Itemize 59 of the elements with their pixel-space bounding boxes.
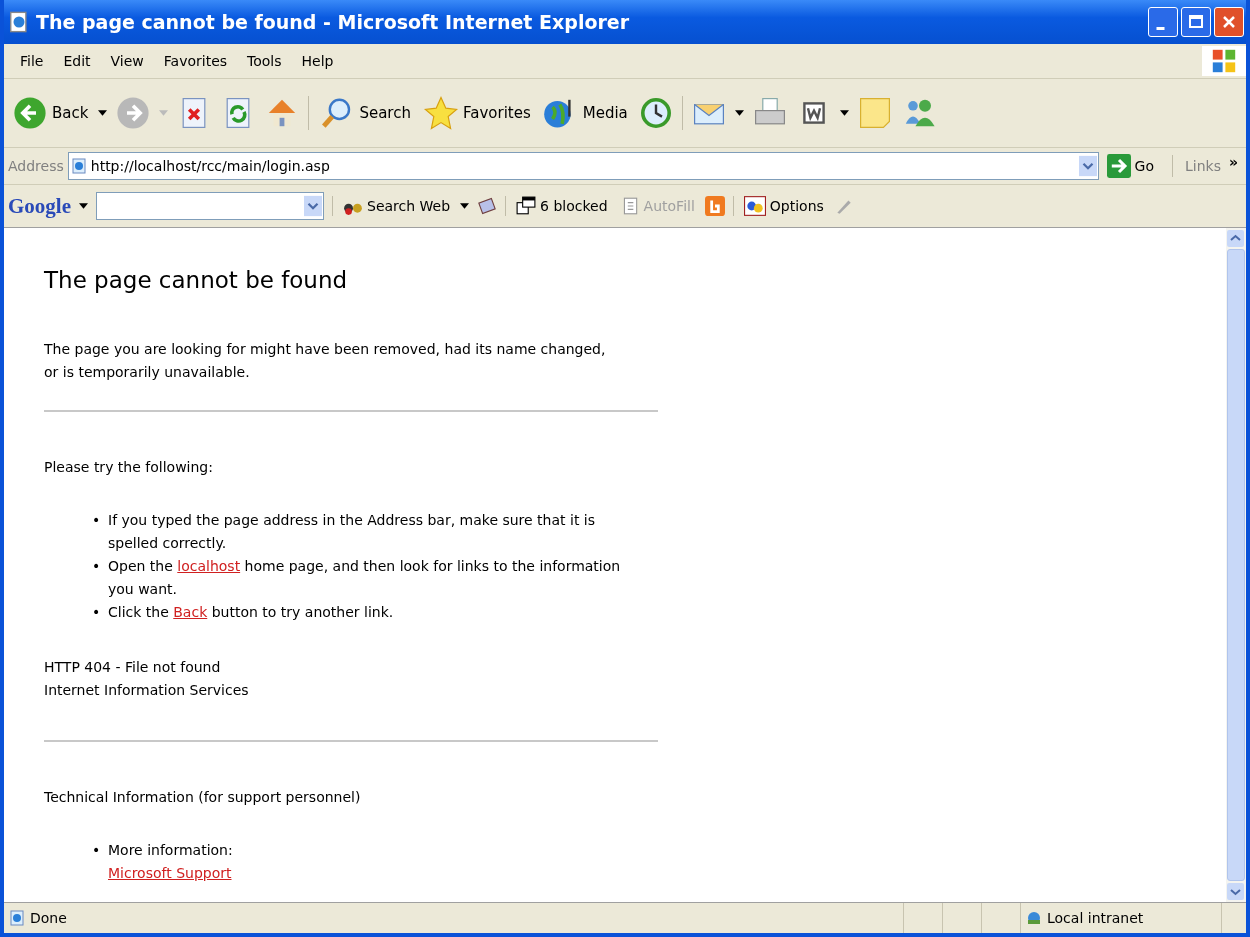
options-button[interactable]: Options: [741, 194, 826, 218]
menu-item[interactable]: Edit: [53, 53, 101, 69]
server-name: Internet Information Services: [44, 681, 250, 700]
page-icon: [9, 910, 25, 926]
google-search-field[interactable]: [96, 192, 324, 220]
options-icon: [743, 196, 766, 216]
popup-blocker-button[interactable]: 6 blocked: [514, 194, 610, 218]
error-description: The page you are looking for might have been removed, had its name changed, or is temporarily unavailable.: [44, 340, 607, 382]
bullet: •: [92, 557, 102, 576]
inline-link[interactable]: Back: [173, 604, 208, 620]
star-icon: [422, 95, 459, 131]
suggestion-item: Open the localhost home page, and then look for links to the information you want.: [108, 557, 622, 599]
status-text: Done: [30, 910, 67, 926]
windows-icon: [516, 196, 537, 216]
page-icon: [70, 158, 87, 174]
scroll-up-button[interactable]: [1227, 230, 1244, 247]
suggestion-item: Click the Back button to try another link.: [108, 603, 395, 622]
inline-link[interactable]: localhost: [177, 558, 241, 574]
support-link[interactable]: Microsoft Support: [108, 862, 232, 885]
bullet: •: [92, 511, 102, 530]
more-info-label: More information:: [108, 841, 233, 860]
dropdown-arrow-icon[interactable]: [98, 110, 108, 116]
dropdown-arrow-icon[interactable]: [734, 110, 744, 116]
browser-page-icon: [8, 11, 30, 33]
search-web-button[interactable]: Search Web: [341, 194, 453, 218]
dropdown-arrow-icon[interactable]: [839, 110, 849, 116]
minimize-icon: [1155, 26, 1165, 30]
minimize-button[interactable]: [1148, 7, 1178, 37]
error-code: HTTP 404 - File not found: [44, 658, 222, 677]
menu-item[interactable]: File: [10, 53, 54, 69]
url-text: http://localhost/rcc/main/login.asp: [90, 158, 331, 174]
back-button[interactable]: Back: [10, 93, 91, 133]
scrollbar-thumb[interactable]: [1227, 249, 1245, 881]
maximize-button[interactable]: [1181, 7, 1211, 37]
close-button[interactable]: [1214, 7, 1244, 37]
menu-item[interactable]: Favorites: [153, 53, 238, 69]
technical-info-heading: Technical Information (for support personnel): [44, 788, 362, 807]
dropdown-arrow-icon[interactable]: [79, 203, 88, 209]
menu-item[interactable]: Tools: [237, 53, 292, 69]
bullet: •: [92, 841, 102, 860]
window-title: The page cannot be found - Microsoft Internet Explorer: [36, 11, 631, 33]
suggestions-heading: Please try the following:: [44, 458, 214, 477]
suggestion-item: If you typed the page address in the Address bar, make sure that it is spelled correctly.: [108, 511, 596, 553]
favorites-button[interactable]: Favorites: [420, 93, 533, 133]
security-zone: Local intranet: [1047, 910, 1144, 926]
menu-item[interactable]: View: [100, 53, 154, 69]
go-button[interactable]: Go: [1102, 154, 1168, 178]
scroll-down-button[interactable]: [1227, 883, 1244, 900]
menu-item[interactable]: Help: [291, 53, 344, 69]
vertical-scrollbar[interactable]: [1226, 228, 1246, 902]
bullet: •: [92, 603, 102, 622]
more-chevron[interactable]: »: [1224, 154, 1246, 178]
address-label: Address: [8, 158, 64, 174]
google-logo[interactable]: Google: [8, 193, 71, 219]
media-button[interactable]: Media: [540, 93, 630, 133]
search-button[interactable]: Search: [317, 93, 413, 133]
dropdown-arrow-icon[interactable]: [460, 203, 470, 209]
page-heading: The page cannot be found: [44, 266, 349, 294]
address-field[interactable]: http://localhost/rcc/main/login.asp: [67, 152, 1099, 180]
